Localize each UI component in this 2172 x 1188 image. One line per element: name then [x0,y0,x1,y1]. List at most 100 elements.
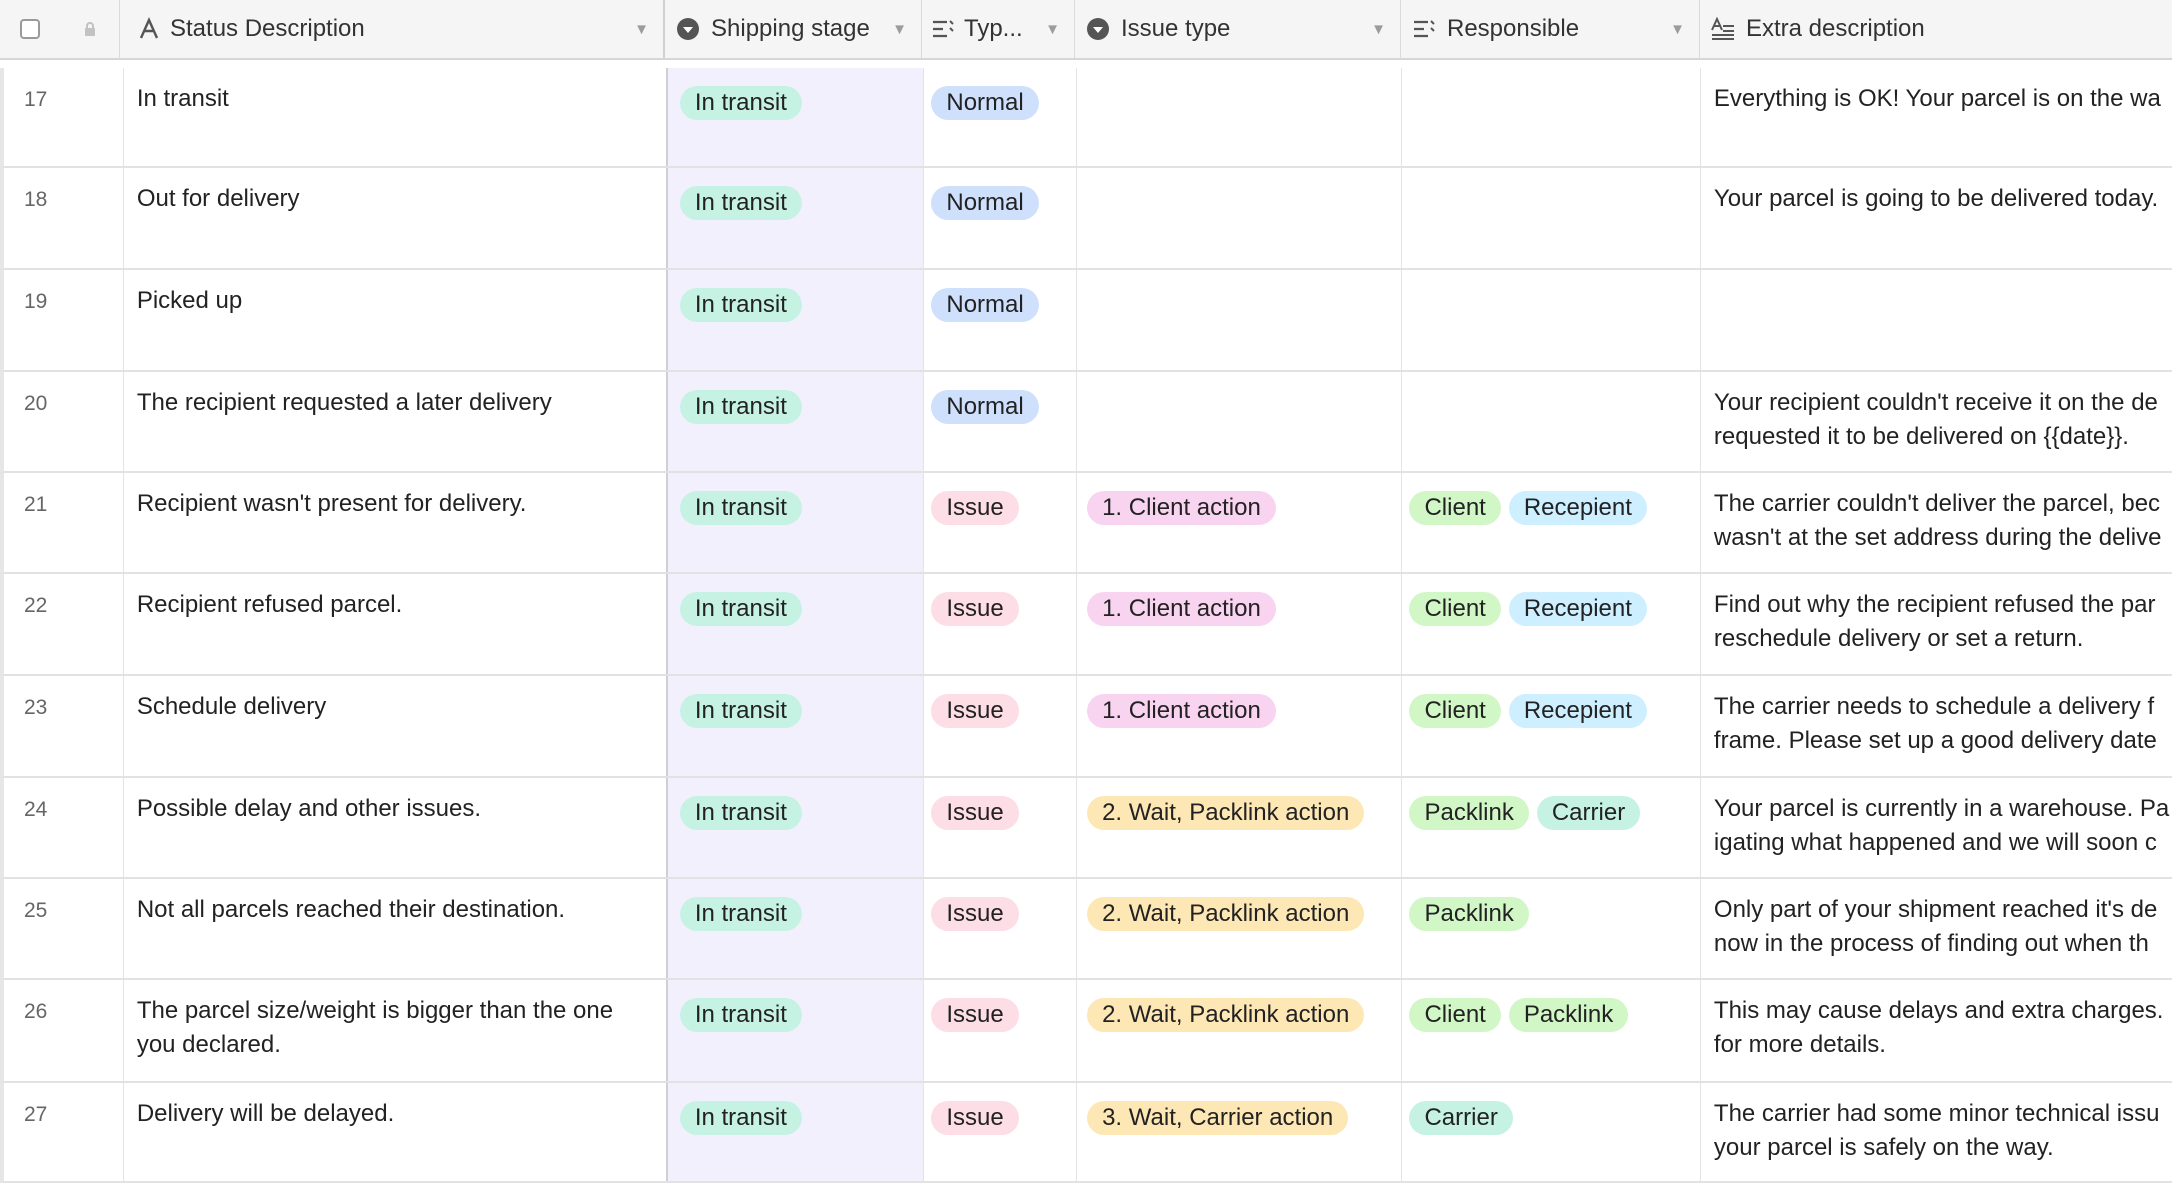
shipping-stage-cell[interactable]: In transit [667,270,925,370]
type-cell[interactable]: Issue [924,473,1078,572]
status-description-cell[interactable]: Picked up [124,270,668,370]
responsible-cell[interactable]: Client Recepient [1402,473,1701,572]
shipping-stage-cell[interactable]: In transit [667,372,925,471]
select-all-checkbox[interactable] [20,19,41,39]
responsible-cell[interactable]: Carrier [1402,1083,1701,1181]
shipping-stage-tag: In transit [679,288,802,322]
shipping-stage-cell[interactable]: In transit [667,168,925,268]
table-row[interactable]: 17 In transit In transit Normal Everything i… [0,68,2172,168]
type-cell[interactable]: Normal [924,168,1078,268]
issue-type-cell[interactable]: 2. Wait, Packlink action [1077,980,1403,1081]
type-tag: Issue [931,897,1019,931]
extra-description-cell[interactable]: Your parcel is going to be delivered tod… [1701,168,2172,268]
extra-description-cell[interactable]: Find out why the recipient refused the p… [1701,574,2172,674]
type-cell[interactable]: Normal [924,68,1078,166]
responsible-cell[interactable] [1402,68,1701,166]
table-row[interactable]: 24 Possible delay and other issues. In tra… [0,778,2172,879]
extra-description-cell[interactable]: Only part of your shipment reached it's … [1701,879,2172,978]
shipping-stage-cell[interactable]: In transit [667,68,925,166]
type-cell[interactable]: Issue [924,574,1078,674]
status-description-cell[interactable]: Not all parcels reached their destinatio… [124,879,668,978]
table-row[interactable]: 20 The recipient requested a later delive… [0,372,2172,473]
extra-description-cell[interactable]: This may cause delays and extra charges.… [1701,980,2172,1081]
status-description-cell[interactable]: The parcel size/weight is bigger than th… [124,980,668,1081]
table-row[interactable]: 23 Schedule delivery In transit Issue 1. Cli… [0,676,2172,778]
shipping-stage-cell[interactable]: In transit [667,980,925,1081]
shipping-stage-cell[interactable]: In transit [667,574,925,674]
status-description-cell[interactable]: Recipient refused parcel. [124,574,668,674]
issue-type-cell[interactable] [1077,168,1403,268]
status-description-cell[interactable]: The recipient requested a later delivery [124,372,668,471]
responsible-cell[interactable] [1402,168,1701,268]
type-cell[interactable]: Normal [924,270,1078,370]
type-cell[interactable]: Issue [924,980,1078,1081]
column-label: Shipping stage [711,15,870,42]
extra-description-cell[interactable]: The carrier couldn't deliver the parcel,… [1701,473,2172,572]
status-description-cell[interactable]: Recipient wasn't present for delivery. [124,473,668,572]
status-description-cell[interactable]: Out for delivery [124,168,668,268]
extra-description-line: Your parcel is going to be delivered tod… [1713,185,2159,212]
shipping-stage-tag: In transit [679,796,802,830]
shipping-stage-cell[interactable]: In transit [667,473,925,572]
issue-type-cell[interactable]: 1. Client action [1077,473,1403,572]
chevron-down-icon[interactable]: ▼ [1045,21,1060,38]
type-cell[interactable]: Issue [924,778,1078,877]
table-row[interactable]: 21 Recipient wasn't present for delivery.… [0,473,2172,574]
extra-description-cell[interactable]: The carrier needs to schedule a delivery… [1701,676,2172,776]
shipping-stage-cell[interactable]: In transit [667,778,925,877]
type-cell[interactable]: Issue [924,676,1078,776]
issue-type-cell[interactable]: 3. Wait, Carrier action [1077,1083,1403,1181]
table-row[interactable]: 27 Delivery will be delayed. In transit Iss… [0,1083,2172,1183]
chevron-down-icon[interactable]: ▼ [892,21,907,38]
shipping-stage-cell[interactable]: In transit [667,879,925,978]
responsible-cell[interactable]: Packlink [1402,879,1701,978]
type-cell[interactable]: Issue [924,1083,1078,1181]
responsible-cell[interactable] [1402,372,1701,471]
extra-description-cell[interactable] [1701,270,2172,370]
status-description-cell[interactable]: Schedule delivery [124,676,668,776]
chevron-down-icon[interactable]: ▼ [1670,21,1685,38]
extra-description-cell[interactable]: Your recipient couldn't receive it on th… [1701,372,2172,471]
shipping-stage-tag: In transit [679,390,802,424]
table-row[interactable]: 25 Not all parcels reached their destinat… [0,879,2172,980]
status-description-cell[interactable]: Delivery will be delayed. [124,1083,668,1181]
shipping-stage-tag: In transit [679,998,802,1032]
issue-type-cell[interactable]: 1. Client action [1077,574,1403,674]
chevron-down-icon[interactable]: ▼ [1371,21,1386,38]
row-number: 20 [4,372,124,471]
issue-type-tag: 1. Client action [1087,694,1276,728]
status-description-cell[interactable]: Possible delay and other issues. [124,778,668,877]
column-header-status-description[interactable]: Status Description ▼ [120,0,665,58]
status-description-cell[interactable]: In transit [124,68,668,166]
responsible-cell[interactable]: Client Recepient [1402,574,1701,674]
chevron-down-icon[interactable]: ▼ [634,21,649,38]
table-row[interactable]: 22 Recipient refused parcel. In transit Iss… [0,574,2172,676]
shipping-stage-cell[interactable]: In transit [667,1083,925,1181]
column-header-extra-description[interactable]: Extra description [1700,0,2172,58]
column-header-issue-type[interactable]: Issue type ▼ [1075,0,1401,58]
table-row[interactable]: 19 Picked up In transit Normal [0,270,2172,372]
column-header-shipping-stage[interactable]: Shipping stage ▼ [665,0,922,58]
type-cell[interactable]: Issue [924,879,1078,978]
responsible-cell[interactable]: Packlink Carrier [1402,778,1701,877]
column-header-responsible[interactable]: Responsible ▼ [1401,0,1700,58]
issue-type-cell[interactable] [1077,270,1403,370]
extra-description-line: Only part of your shipment reached it's … [1713,896,2158,923]
responsible-cell[interactable] [1402,270,1701,370]
shipping-stage-cell[interactable]: In transit [667,676,925,776]
issue-type-cell[interactable]: 2. Wait, Packlink action [1077,778,1403,877]
table-row[interactable]: 26 The parcel size/weight is bigger than … [0,980,2172,1083]
extra-description-cell[interactable]: The carrier had some minor technical iss… [1701,1083,2172,1181]
responsible-cell[interactable]: Client Recepient [1402,676,1701,776]
type-cell[interactable]: Normal [924,372,1078,471]
responsible-cell[interactable]: Client Packlink [1402,980,1701,1081]
issue-type-cell[interactable] [1077,68,1403,166]
column-header-type[interactable]: Typ... ▼ [922,0,1075,58]
issue-type-cell[interactable]: 2. Wait, Packlink action [1077,879,1403,978]
issue-type-cell[interactable]: 1. Client action [1077,676,1403,776]
type-tag: Normal [931,186,1039,220]
issue-type-cell[interactable] [1077,372,1403,471]
table-row[interactable]: 18 Out for delivery In transit Normal Your p… [0,168,2172,270]
extra-description-cell[interactable]: Your parcel is currently in a warehouse.… [1701,778,2172,877]
extra-description-cell[interactable]: Everything is OK! Your parcel is on the … [1701,68,2172,166]
